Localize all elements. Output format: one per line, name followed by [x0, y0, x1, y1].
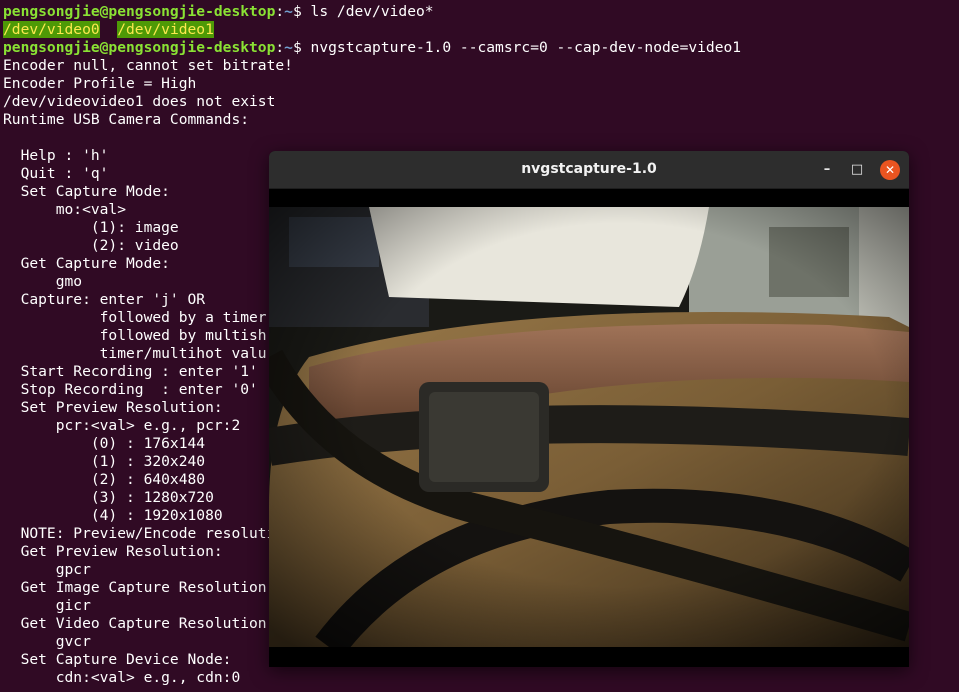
prompt-user: pengsongjie@pengsongjie-desktop: [3, 3, 276, 20]
device-file: /dev/video0: [3, 21, 100, 38]
prompt-path: ~: [284, 39, 293, 56]
close-button[interactable]: ✕: [880, 160, 900, 180]
terminal-output-line: Runtime USB Camera Commands:: [3, 111, 250, 128]
minimize-button[interactable]: –: [817, 160, 837, 180]
nvgstcapture-window[interactable]: nvgstcapture-1.0 – □ ✕: [269, 151, 909, 667]
prompt-dollar: $: [292, 3, 311, 20]
terminal-output-line: Encoder Profile = High: [3, 75, 197, 92]
window-title: nvgstcapture-1.0: [521, 161, 657, 177]
command-text: ls /dev/video*: [310, 3, 434, 20]
camera-preview: [269, 189, 909, 667]
device-file: /dev/video1: [117, 21, 214, 38]
prompt-user: pengsongjie@pengsongjie-desktop: [3, 39, 276, 56]
prompt-sep: :: [275, 39, 285, 56]
terminal-output-line: cdn:<val> e.g., cdn:0: [3, 669, 241, 686]
command-text: nvgstcapture-1.0 --camsrc=0 --cap-dev-no…: [310, 39, 742, 56]
ls-gap: [100, 21, 118, 38]
prompt-dollar: $: [292, 39, 311, 56]
terminal-output-line: Encoder null, cannot set bitrate!: [3, 57, 293, 74]
window-titlebar[interactable]: nvgstcapture-1.0 – □ ✕: [269, 151, 909, 189]
terminal-output-line: /dev/videovideo1 does not exist: [3, 93, 276, 110]
terminal-line: /dev/video0 /dev/video1: [0, 21, 959, 39]
prompt-path: ~: [284, 3, 293, 20]
terminal-line: pengsongjie@pengsongjie-desktop:~$ nvgst…: [0, 39, 959, 57]
maximize-button[interactable]: □: [847, 160, 867, 180]
camera-frame-image: [269, 207, 909, 647]
prompt-sep: :: [275, 3, 285, 20]
terminal-line: pengsongjie@pengsongjie-desktop:~$ ls /d…: [0, 3, 959, 21]
